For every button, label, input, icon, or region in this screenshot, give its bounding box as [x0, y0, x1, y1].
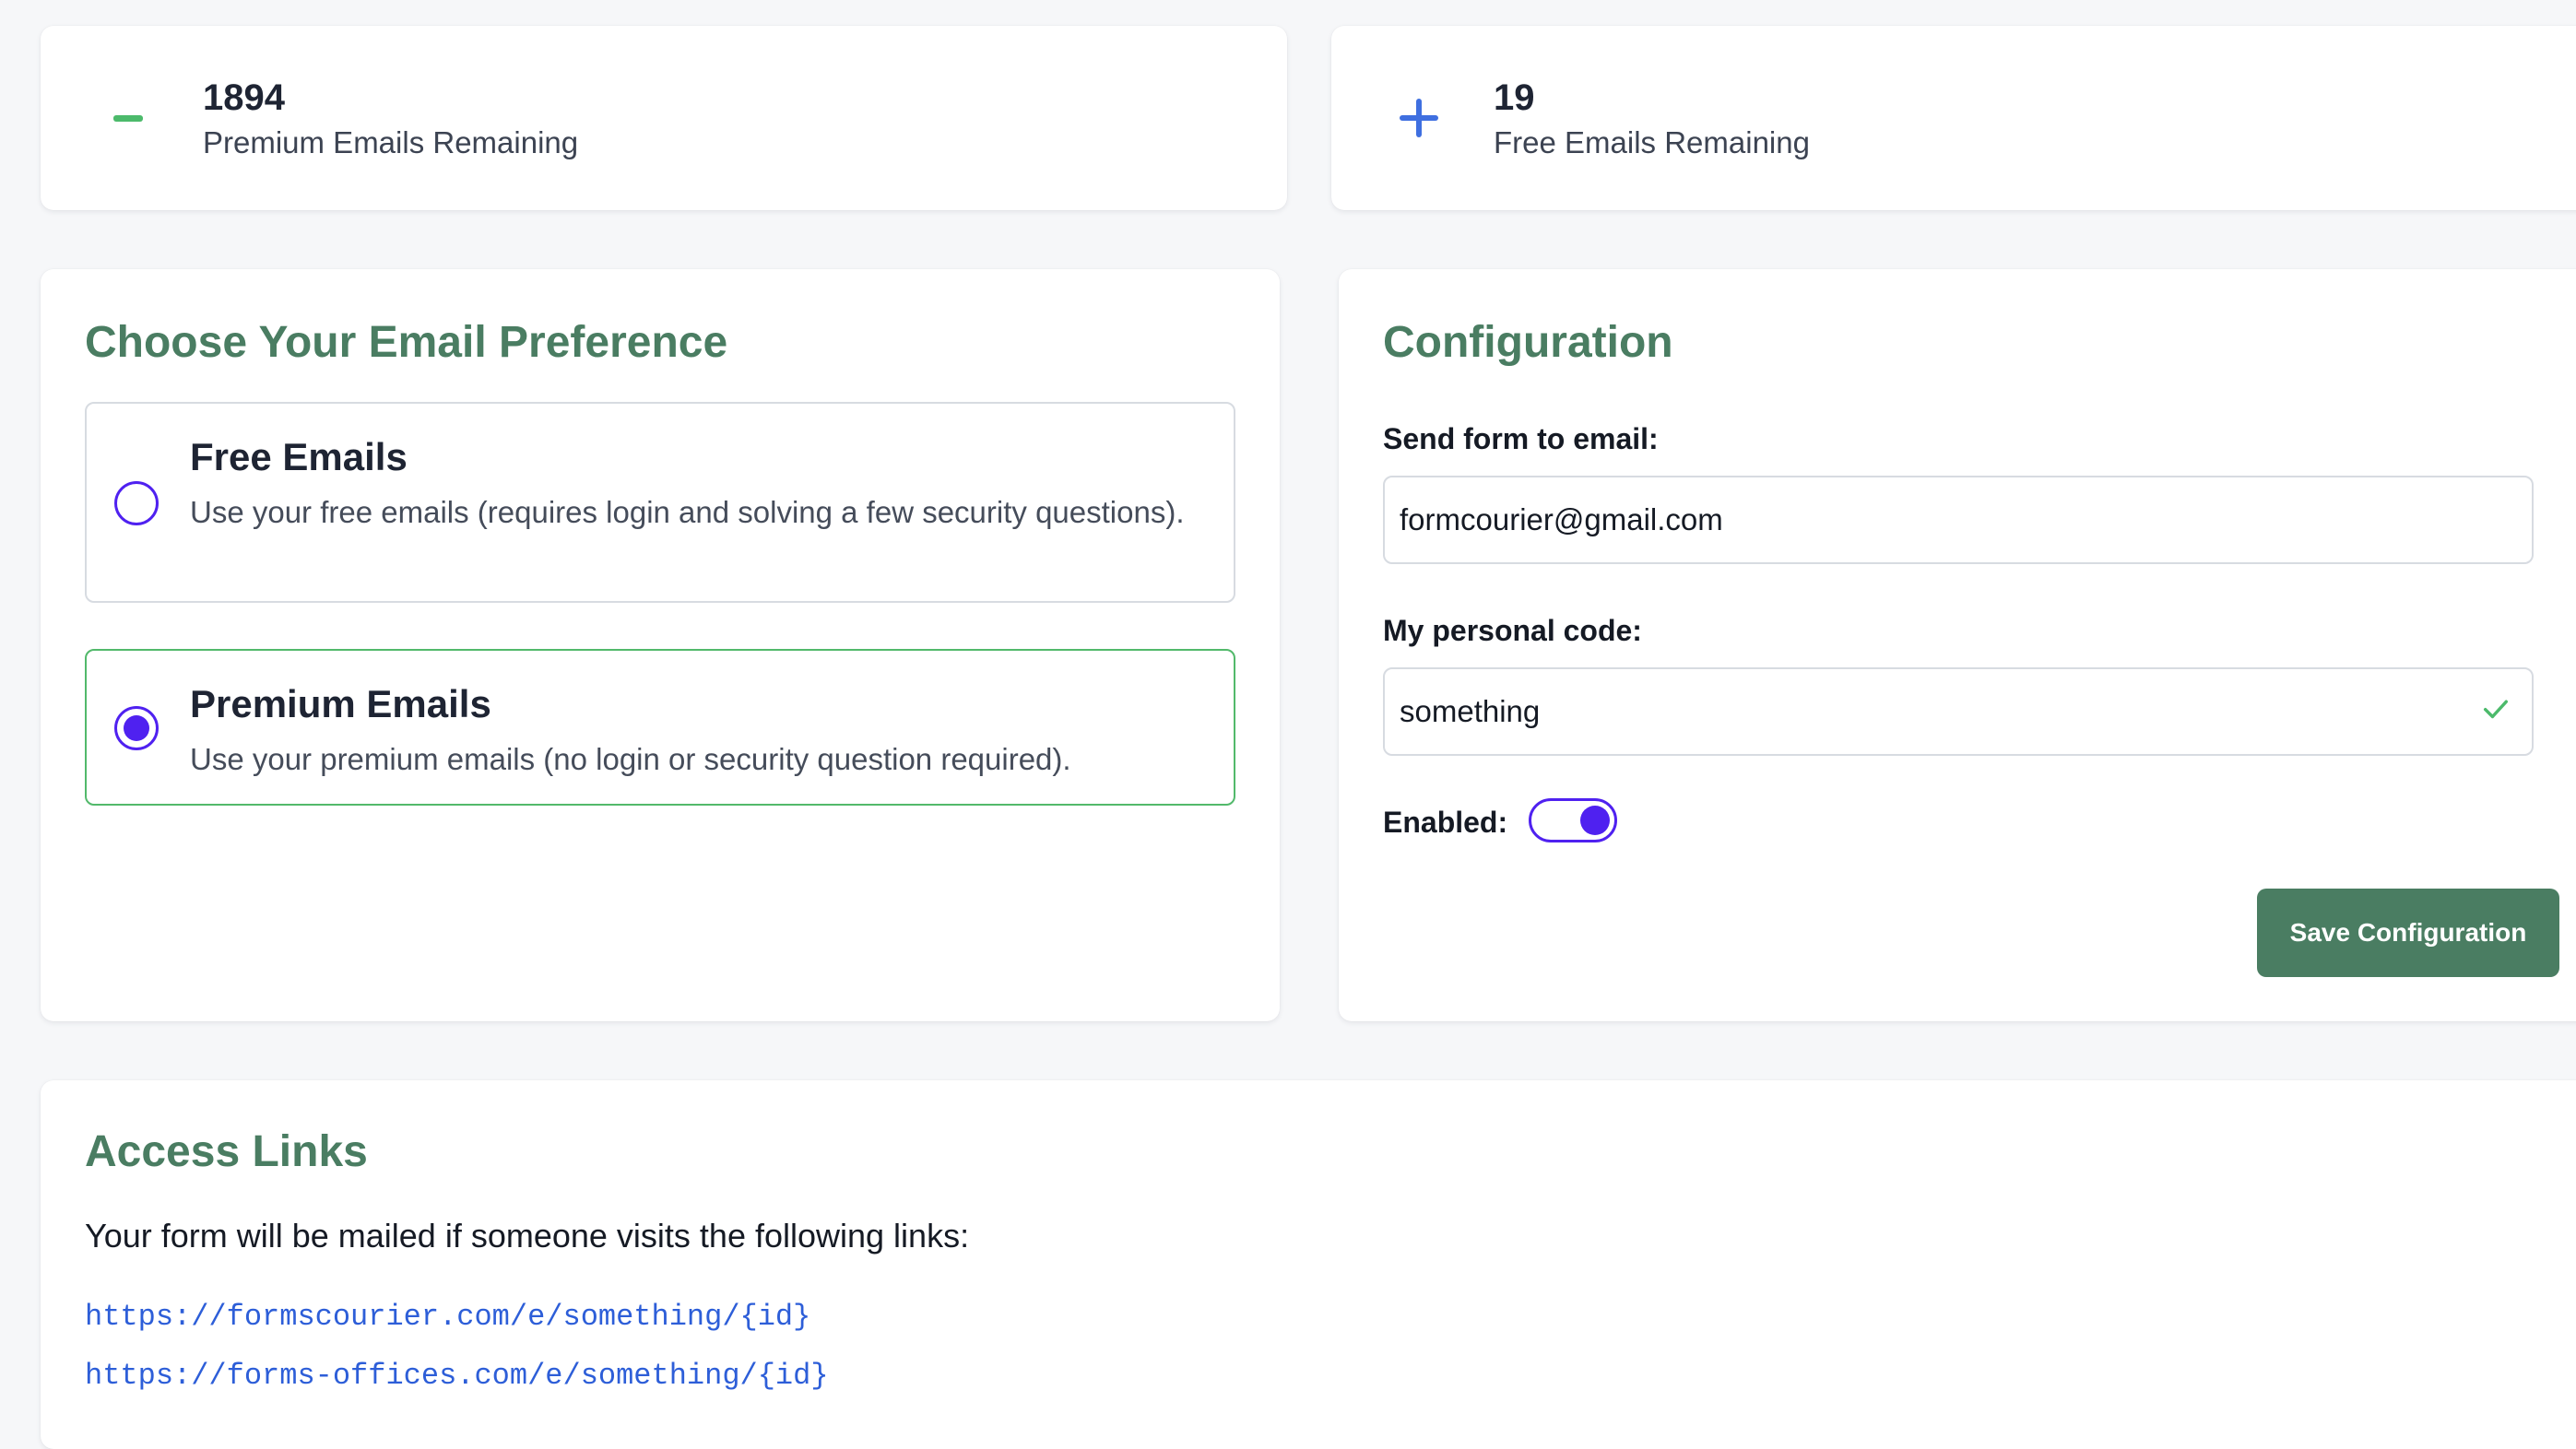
- premium-emails-option-title: Premium Emails: [190, 682, 491, 725]
- premium-emails-option-description: Use your premium emails (no login or sec…: [190, 742, 1071, 776]
- email-field-value: formcourier@gmail.com: [1400, 502, 1723, 536]
- free-emails-count: 19: [1494, 77, 1535, 118]
- premium-emails-radio[interactable]: [114, 706, 159, 750]
- premium-emails-stat-card: 1894 Premium Emails Remaining: [41, 26, 1287, 210]
- access-link-formscourier[interactable]: https://formscourier.com/e/something/{id…: [85, 1300, 810, 1334]
- email-preference-card: Choose Your Email Preference Free Emails…: [41, 269, 1280, 1021]
- free-emails-option[interactable]: Free Emails Use your free emails (requir…: [85, 402, 1235, 603]
- access-links-intro: Your form will be mailed if someone visi…: [85, 1217, 970, 1255]
- premium-emails-label: Premium Emails Remaining: [203, 125, 579, 159]
- plus-icon: [1400, 99, 1438, 137]
- free-emails-stat-card: 19 Free Emails Remaining: [1331, 26, 2576, 210]
- access-link-forms-offices[interactable]: https://forms-offices.com/e/something/{i…: [85, 1359, 829, 1393]
- premium-emails-option[interactable]: Premium Emails Use your premium emails (…: [85, 649, 1235, 806]
- save-configuration-button[interactable]: Save Configuration: [2257, 889, 2559, 977]
- free-emails-option-description: Use your free emails (requires login and…: [190, 495, 1185, 529]
- premium-emails-count: 1894: [203, 77, 285, 118]
- free-emails-option-title: Free Emails: [190, 435, 408, 478]
- personal-code-value: something: [1400, 694, 1541, 728]
- configuration-title: Configuration: [1383, 318, 1673, 367]
- email-preference-title: Choose Your Email Preference: [85, 318, 728, 367]
- minus-icon: [109, 99, 148, 137]
- access-links-title: Access Links: [85, 1127, 368, 1176]
- check-icon: [2483, 700, 2509, 719]
- email-field[interactable]: formcourier@gmail.com: [1383, 476, 2534, 564]
- free-emails-label: Free Emails Remaining: [1494, 125, 1810, 159]
- toggle-knob: [1580, 806, 1610, 835]
- enabled-label: Enabled:: [1383, 806, 1508, 839]
- configuration-card: Configuration Send form to email: formco…: [1339, 269, 2576, 1021]
- personal-code-field[interactable]: something: [1383, 667, 2534, 756]
- free-emails-radio[interactable]: [114, 481, 159, 525]
- access-links-card: Access Links Your form will be mailed if…: [41, 1080, 2576, 1449]
- enabled-toggle[interactable]: [1529, 798, 1617, 842]
- email-field-label: Send form to email:: [1383, 422, 1659, 455]
- personal-code-label: My personal code:: [1383, 614, 1642, 647]
